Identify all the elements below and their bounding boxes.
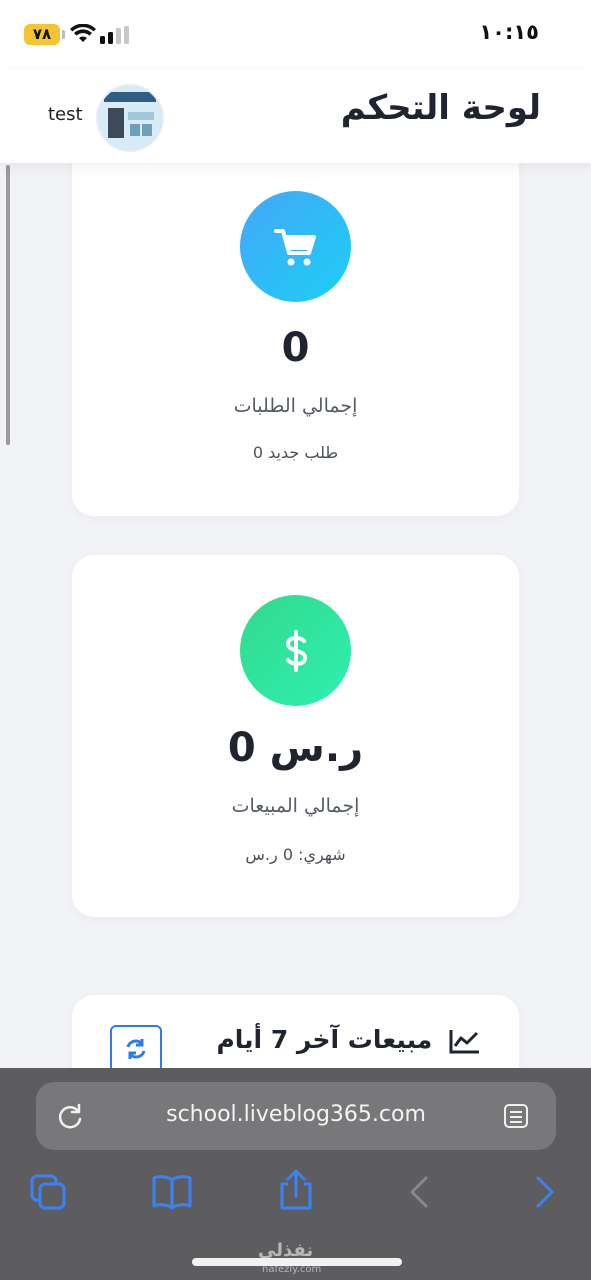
cart-icon	[274, 229, 316, 266]
status-bar: ٧٨ ١٠:١٥	[0, 0, 591, 70]
username[interactable]: test	[48, 104, 83, 125]
forward-icon[interactable]	[530, 1172, 560, 1212]
address-bar[interactable]: school.liveblog365.com	[36, 1082, 556, 1150]
bookmarks-icon[interactable]	[150, 1172, 194, 1212]
tabs-icon[interactable]	[28, 1172, 68, 1212]
scroll-indicator[interactable]	[6, 165, 10, 445]
url-text: school.liveblog365.com	[166, 1102, 426, 1127]
app-header: test لوحة التحكم	[0, 70, 591, 163]
orders-new-count: 0 طلب جديد	[252, 443, 339, 462]
sales-chart-card: مبيعات آخر 7 أيام	[72, 995, 519, 1068]
share-icon[interactable]	[276, 1168, 316, 1212]
sales-icon-circle	[240, 595, 351, 706]
battery-icon: ٧٨	[24, 24, 60, 45]
signal-icon	[100, 26, 129, 44]
avatar[interactable]	[96, 84, 164, 152]
chart-line-icon	[449, 1030, 479, 1054]
orders-total-label: إجمالي الطلبات	[233, 395, 358, 417]
sales-monthly-value: شهري: 0 ر.س	[245, 845, 346, 864]
battery-tip	[62, 30, 65, 39]
orders-total-value: 0	[281, 325, 310, 371]
wifi-icon	[70, 24, 96, 42]
sales-total-value: 0 ر.س	[227, 725, 364, 771]
refresh-icon	[126, 1039, 146, 1059]
reader-mode-icon[interactable]	[502, 1102, 530, 1130]
sales-stat-card: 0 ر.س إجمالي المبيعات شهري: 0 ر.س	[72, 555, 519, 917]
home-indicator[interactable]	[192, 1258, 402, 1266]
chart-title-text: مبيعات آخر 7 أيام	[216, 1025, 433, 1054]
back-icon[interactable]	[404, 1172, 434, 1212]
refresh-button[interactable]	[110, 1025, 162, 1068]
chart-title: مبيعات آخر 7 أيام	[216, 1025, 481, 1054]
avatar-image	[98, 86, 162, 150]
dashboard-content[interactable]: 0 إجمالي الطلبات 0 طلب جديد 0 ر.س إجمالي…	[0, 163, 591, 1068]
sales-total-label: إجمالي المبيعات	[231, 795, 360, 817]
browser-toolbar: school.liveblog365.com نفذلي nafezly.com	[0, 1068, 591, 1280]
battery-level: ٧٨	[32, 25, 52, 43]
status-time: ١٠:١٥	[479, 20, 539, 44]
orders-stat-card: 0 إجمالي الطلبات 0 طلب جديد	[72, 163, 519, 516]
page-title: لوحة التحكم	[340, 88, 541, 128]
orders-icon-circle	[240, 191, 351, 302]
dollar-icon	[285, 630, 308, 672]
